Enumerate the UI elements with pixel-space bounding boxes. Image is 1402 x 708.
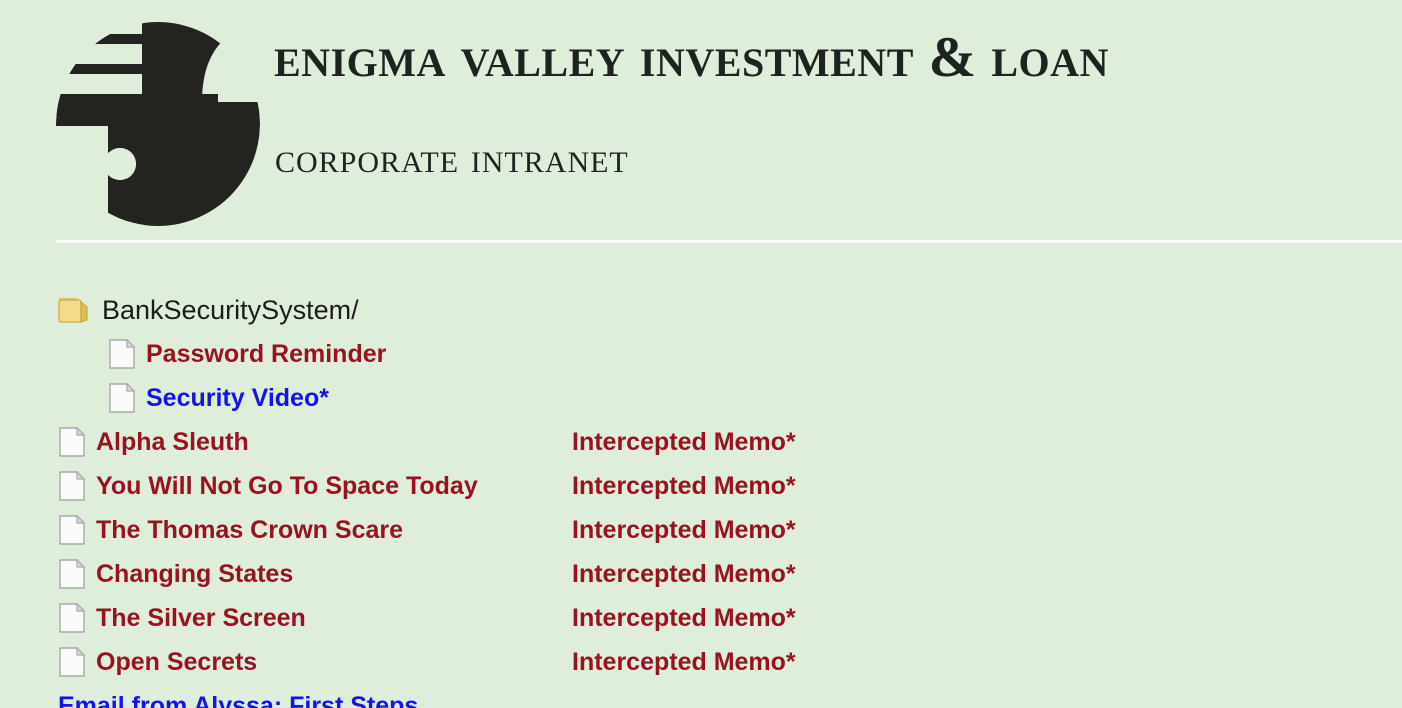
list-item-label: The Thomas Crown Scare [96, 516, 404, 544]
list-item[interactable]: BankSecuritySystem/ [0, 288, 1402, 332]
brand-block: ENIGMA VALLEY INVESTMENT & LOAN CORPORAT… [274, 26, 1364, 182]
list-item-memo[interactable]: Intercepted Memo* [572, 515, 796, 545]
list-item-label: The Silver Screen [96, 604, 306, 632]
list-item-label: Security Video* [146, 384, 329, 412]
document-icon [58, 514, 86, 546]
intranet-page: ENIGMA VALLEY INVESTMENT & LOAN CORPORAT… [0, 0, 1402, 708]
list-item-memo[interactable]: Intercepted Memo* [572, 647, 796, 677]
list-item[interactable]: Changing States Intercepted Memo* [0, 552, 1402, 596]
list-item-label: BankSecuritySystem/ [102, 295, 359, 325]
list-item-label: Email from Alyssa: First Steps [58, 692, 419, 708]
list-item[interactable]: The Silver Screen Intercepted Memo* [0, 596, 1402, 640]
enigma-valley-circular-t-logo-icon [52, 16, 264, 228]
list-item[interactable]: Open Secrets Intercepted Memo* [0, 640, 1402, 684]
site-masthead: ENIGMA VALLEY INVESTMENT & LOAN CORPORAT… [0, 0, 1402, 240]
list-item-label: Changing States [96, 560, 294, 588]
list-item-label: Alpha Sleuth [96, 428, 249, 456]
document-icon [58, 602, 86, 634]
list-item-memo[interactable]: Intercepted Memo* [572, 559, 796, 589]
list-item-memo[interactable]: Intercepted Memo* [572, 603, 796, 633]
file-listing: BankSecuritySystem/ Password Reminder Se… [0, 288, 1402, 708]
list-item[interactable]: Password Reminder [0, 332, 1402, 376]
list-item-label: Open Secrets [96, 648, 258, 676]
document-icon [58, 646, 86, 678]
document-icon [58, 558, 86, 590]
document-icon [58, 426, 86, 458]
list-item[interactable]: Alpha Sleuth Intercepted Memo* [0, 420, 1402, 464]
list-item-memo[interactable]: Intercepted Memo* [572, 471, 796, 501]
header-divider [56, 240, 1402, 243]
page-title: ENIGMA VALLEY INVESTMENT & LOAN [274, 26, 1109, 89]
list-item[interactable]: The Thomas Crown Scare Intercepted Memo* [0, 508, 1402, 552]
list-item[interactable]: You Will Not Go To Space Today Intercept… [0, 464, 1402, 508]
document-icon [108, 382, 136, 414]
document-icon [58, 470, 86, 502]
list-item-label: Password Reminder [146, 340, 387, 368]
page-subtitle: CORPORATE INTRANET [275, 135, 629, 182]
folder-icon [58, 295, 92, 325]
list-item-memo[interactable]: Intercepted Memo* [572, 427, 796, 457]
list-item[interactable]: Security Video* [0, 376, 1402, 420]
document-icon [108, 338, 136, 370]
list-item-label: You Will Not Go To Space Today [96, 472, 478, 500]
list-item[interactable]: Email from Alyssa: First Steps [0, 684, 1402, 708]
